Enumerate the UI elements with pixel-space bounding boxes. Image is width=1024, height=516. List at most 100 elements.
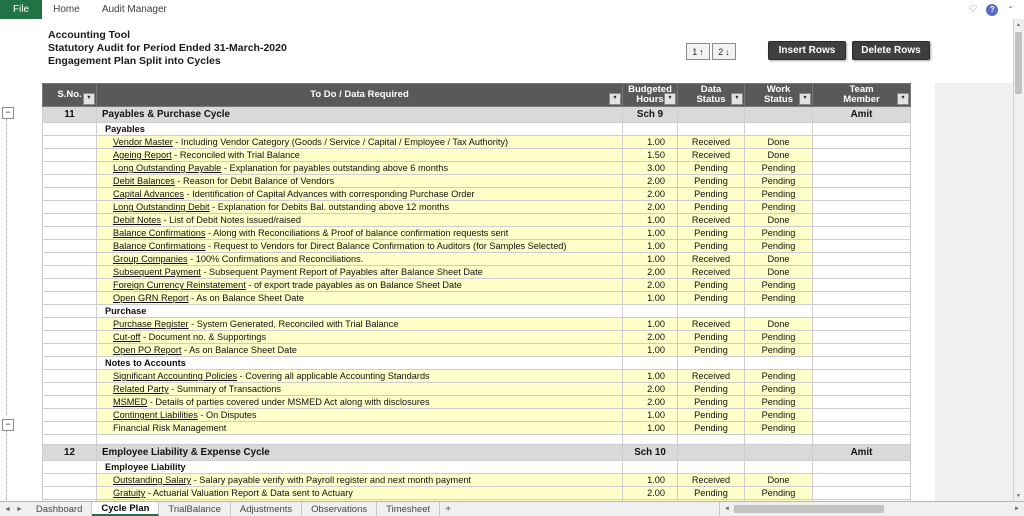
cell-budgeted-hours[interactable]: 1.00 [622, 291, 678, 305]
cell-work-status[interactable]: Done [744, 148, 813, 162]
cell-team-member[interactable] [812, 382, 911, 396]
cell-data-status[interactable]: Pending [677, 187, 745, 201]
cell-budgeted-hours[interactable]: 2.00 [622, 200, 678, 214]
cell-todo[interactable] [96, 434, 623, 445]
sheet-tab-dashboard[interactable]: Dashboard [26, 502, 93, 516]
cell-team-member[interactable] [812, 317, 911, 331]
cell-team-member[interactable] [812, 356, 911, 370]
cell-work-status[interactable]: Done [744, 317, 813, 331]
cell-todo[interactable]: Outstanding Salary - Salary payable veri… [96, 473, 623, 487]
task-link[interactable]: Debit Balances [113, 176, 175, 186]
vertical-scrollbar[interactable]: ▲ ▼ [1013, 19, 1024, 502]
cell-todo[interactable]: Significant Accounting Policies - Coveri… [96, 369, 623, 383]
cell-todo[interactable]: Foreign Currency Reinstatement - of expo… [96, 278, 623, 292]
cell-todo[interactable]: MSMED - Details of parties covered under… [96, 395, 623, 409]
cell-data-status[interactable]: Pending [677, 395, 745, 409]
outline-collapse-button[interactable]: − [2, 107, 14, 119]
cell-data-status[interactable] [677, 460, 745, 474]
task-link[interactable]: Related Party [113, 384, 169, 394]
sheet-tab-timesheet[interactable]: Timesheet [377, 502, 441, 516]
cell-todo[interactable]: Debit Notes - List of Debit Notes issued… [96, 213, 623, 227]
cell-data-status[interactable] [677, 304, 745, 318]
cell-team-member[interactable] [812, 369, 911, 383]
filter-icon[interactable]: ▼ [83, 93, 95, 105]
cell-budgeted-hours[interactable]: 1.00 [622, 317, 678, 331]
cell-budgeted-hours[interactable]: 2.00 [622, 330, 678, 344]
cell-todo[interactable]: Long Outstanding Debit - Explanation for… [96, 200, 623, 214]
cell-budgeted-hours[interactable]: Sch 9 [622, 106, 678, 123]
cell-data-status[interactable]: Received [677, 317, 745, 331]
cell-work-status[interactable] [744, 122, 813, 136]
cell-team-member[interactable] [812, 226, 911, 240]
cell-budgeted-hours[interactable]: 1.00 [622, 408, 678, 422]
cell-sno[interactable] [42, 460, 97, 474]
filter-icon[interactable]: ▼ [731, 93, 743, 105]
cell-sno[interactable] [42, 200, 97, 214]
cell-sno[interactable] [42, 265, 97, 279]
cell-data-status[interactable] [677, 356, 745, 370]
cell-data-status[interactable]: Received [677, 135, 745, 149]
scroll-right-icon[interactable]: ► [1012, 506, 1022, 512]
cell-sno[interactable] [42, 226, 97, 240]
cell-sno[interactable] [42, 174, 97, 188]
vertical-scroll-thumb[interactable] [1015, 32, 1022, 94]
next-sheet-icon[interactable]: ► [16, 506, 23, 513]
cell-work-status[interactable]: Pending [744, 200, 813, 214]
collapse-ribbon-icon[interactable]: ⌃ [1007, 5, 1014, 14]
cell-work-status[interactable]: Pending [744, 343, 813, 357]
cell-data-status[interactable]: Pending [677, 161, 745, 175]
cell-todo[interactable]: Ageing Report - Reconciled with Trial Ba… [96, 148, 623, 162]
task-link[interactable]: Debit Notes [113, 215, 161, 225]
cell-team-member[interactable] [812, 421, 911, 435]
cell-data-status[interactable]: Pending [677, 343, 745, 357]
scroll-up-icon[interactable]: ▲ [1014, 20, 1023, 30]
cell-sno[interactable] [42, 148, 97, 162]
sheet-tab-observations[interactable]: Observations [302, 502, 378, 516]
cell-work-status[interactable]: Pending [744, 486, 813, 500]
task-link[interactable]: Cut-off [113, 332, 140, 342]
task-link[interactable]: Significant Accounting Policies [113, 371, 237, 381]
cell-todo[interactable]: Long Outstanding Payable - Explanation f… [96, 161, 623, 175]
task-link[interactable]: Capital Advances [113, 189, 184, 199]
cell-sno[interactable] [42, 343, 97, 357]
cell-team-member[interactable] [812, 200, 911, 214]
cell-data-status[interactable]: Pending [677, 291, 745, 305]
cell-data-status[interactable]: Pending [677, 408, 745, 422]
cell-budgeted-hours[interactable]: 1.00 [622, 369, 678, 383]
cell-sno[interactable] [42, 304, 97, 318]
cell-data-status[interactable]: Received [677, 252, 745, 266]
outline-collapse-button[interactable]: − [2, 419, 14, 431]
cell-todo[interactable]: Capital Advances - Identification of Cap… [96, 187, 623, 201]
cell-work-status[interactable]: Pending [744, 395, 813, 409]
cell-data-status[interactable] [677, 444, 745, 461]
cell-todo[interactable]: Cut-off - Document no. & Supportings [96, 330, 623, 344]
cell-sno[interactable] [42, 161, 97, 175]
task-link[interactable]: Gratuity [113, 488, 145, 498]
add-sheet-button[interactable]: + [440, 502, 456, 516]
cell-sno[interactable] [42, 395, 97, 409]
filter-icon[interactable]: ▼ [799, 93, 811, 105]
cell-work-status[interactable]: Done [744, 213, 813, 227]
cell-team-member[interactable] [812, 395, 911, 409]
cell-budgeted-hours[interactable]: 1.00 [622, 226, 678, 240]
cell-team-member[interactable] [812, 252, 911, 266]
cell-sno[interactable] [42, 382, 97, 396]
cell-data-status[interactable]: Pending [677, 174, 745, 188]
cell-todo[interactable]: Contingent Liabilities - On Disputes [96, 408, 623, 422]
cell-budgeted-hours[interactable]: 1.00 [622, 135, 678, 149]
cell-team-member[interactable] [812, 291, 911, 305]
cell-budgeted-hours[interactable]: 2.00 [622, 382, 678, 396]
cell-work-status[interactable]: Pending [744, 382, 813, 396]
filter-icon[interactable]: ▼ [609, 93, 621, 105]
cell-team-member[interactable] [812, 148, 911, 162]
cell-todo[interactable]: Group Companies - 100% Confirmations and… [96, 252, 623, 266]
sheet-tab-adjustments[interactable]: Adjustments [230, 502, 303, 516]
cell-budgeted-hours[interactable] [622, 304, 678, 318]
cell-work-status[interactable]: Pending [744, 278, 813, 292]
cell-work-status[interactable]: Done [744, 265, 813, 279]
cell-budgeted-hours[interactable]: 3.00 [622, 161, 678, 175]
cell-data-status[interactable]: Received [677, 265, 745, 279]
cell-team-member[interactable] [812, 304, 911, 318]
cell-sno[interactable] [42, 408, 97, 422]
cell-data-status[interactable]: Pending [677, 421, 745, 435]
